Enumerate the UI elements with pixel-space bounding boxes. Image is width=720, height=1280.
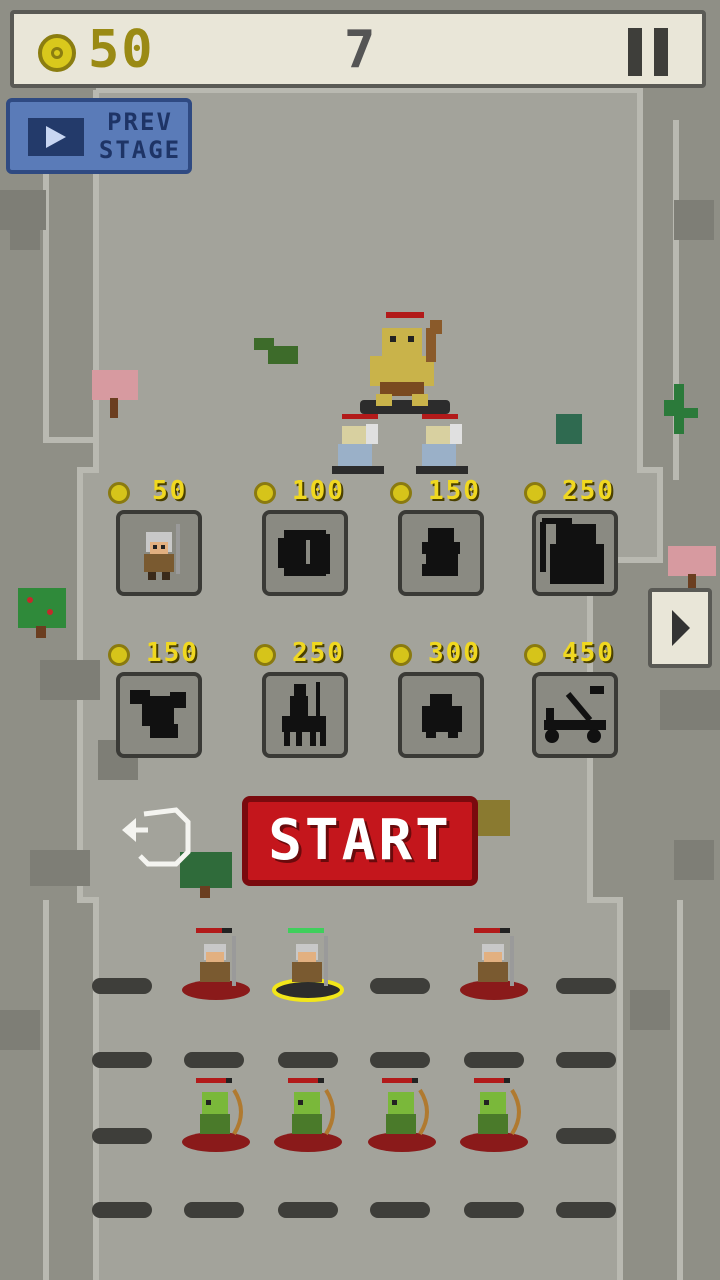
price-tag: 150 <box>390 476 481 508</box>
minion-right <box>416 424 468 474</box>
empty-slot[interactable] <box>370 1052 430 1068</box>
empty-slot[interactable] <box>370 1202 430 1218</box>
stage-number: 7 <box>344 20 378 80</box>
price-value: 450 <box>562 638 615 668</box>
player-spearman[interactable] <box>454 924 534 1004</box>
coin-icon <box>38 34 76 72</box>
price-value: 250 <box>292 638 345 668</box>
beast-silhouette-icon <box>422 694 462 738</box>
pause-button[interactable] <box>628 28 672 76</box>
price-tag: 250 <box>254 638 345 670</box>
prev-stage-button[interactable]: PREV STAGE <box>6 98 192 174</box>
empty-slot[interactable] <box>464 1202 524 1218</box>
prev-stage-label-line2: STAGE <box>98 136 182 164</box>
spearman-icon <box>144 524 180 580</box>
price-value: 300 <box>428 638 481 668</box>
empty-slot[interactable] <box>92 1052 152 1068</box>
player-archer[interactable] <box>268 1074 348 1158</box>
coin-icon <box>108 644 130 666</box>
price-tag: 50 <box>108 476 198 508</box>
minion-left <box>332 424 384 474</box>
empty-slot[interactable] <box>556 978 616 994</box>
empty-slot[interactable] <box>92 978 152 994</box>
unit-slot-beast-locked[interactable] <box>398 672 484 758</box>
prev-stage-label-line1: PREV <box>107 108 173 136</box>
price-value: 150 <box>428 476 481 506</box>
pause-icon-bar <box>654 28 668 76</box>
empty-slot[interactable] <box>92 1128 152 1144</box>
empty-slot[interactable] <box>370 978 430 994</box>
price-tag: 450 <box>524 638 615 670</box>
reaper-silhouette-icon <box>540 518 604 584</box>
price-value: 50 <box>152 476 188 506</box>
coin-icon <box>254 482 276 504</box>
top-hud: 50 7 <box>10 10 706 88</box>
dragon-silhouette-icon <box>130 690 186 738</box>
coin-icon <box>108 482 130 504</box>
unit-slot-shield-warrior-locked[interactable] <box>262 510 348 596</box>
price-value: 100 <box>292 476 345 506</box>
knight-silhouette-icon <box>422 528 460 576</box>
centaur-silhouette-icon <box>282 682 326 746</box>
prev-stage-label: PREV STAGE <box>92 108 188 164</box>
price-value: 250 <box>562 476 615 506</box>
empty-slot[interactable] <box>556 1202 616 1218</box>
player-archer[interactable] <box>362 1074 442 1158</box>
coin-icon <box>390 644 412 666</box>
price-tag: 150 <box>108 638 199 670</box>
empty-slot[interactable] <box>184 1052 244 1068</box>
start-label: START <box>268 808 452 873</box>
coin-icon <box>524 644 546 666</box>
unit-slot-spearman[interactable] <box>116 510 202 596</box>
empty-slot[interactable] <box>278 1052 338 1068</box>
coin-icon <box>524 482 546 504</box>
empty-slot[interactable] <box>278 1202 338 1218</box>
unit-slot-centaur-locked[interactable] <box>262 672 348 758</box>
empty-slot[interactable] <box>464 1052 524 1068</box>
enemy-group <box>332 312 468 474</box>
player-spearman-selected[interactable] <box>268 924 348 1004</box>
empty-slot[interactable] <box>184 1202 244 1218</box>
unit-slot-catapult-locked[interactable] <box>532 672 618 758</box>
price-tag: 300 <box>390 638 481 670</box>
coin-count: 50 <box>88 20 155 80</box>
reset-button[interactable] <box>118 800 198 874</box>
price-tag: 250 <box>524 476 615 508</box>
undo-arrowhead <box>122 818 136 842</box>
empty-slot[interactable] <box>556 1052 616 1068</box>
player-archer[interactable] <box>176 1074 256 1158</box>
catapult-silhouette-icon <box>544 686 606 743</box>
player-spearman[interactable] <box>176 924 256 1004</box>
next-page-button[interactable] <box>648 588 712 668</box>
ogre-boss <box>370 320 442 406</box>
empty-slot[interactable] <box>556 1128 616 1144</box>
coin-icon <box>254 644 276 666</box>
unit-slot-knight-locked[interactable] <box>398 510 484 596</box>
shield-warrior-silhouette-icon <box>278 530 330 576</box>
unit-slot-reaper-locked[interactable] <box>532 510 618 596</box>
coin-icon <box>390 482 412 504</box>
price-value: 150 <box>146 638 199 668</box>
video-icon <box>28 118 84 156</box>
player-archer[interactable] <box>454 1074 534 1158</box>
unit-slot-dragon-locked[interactable] <box>116 672 202 758</box>
price-tag: 100 <box>254 476 345 508</box>
pause-icon <box>628 28 642 76</box>
start-button[interactable]: START <box>242 796 478 886</box>
empty-slot[interactable] <box>92 1202 152 1218</box>
